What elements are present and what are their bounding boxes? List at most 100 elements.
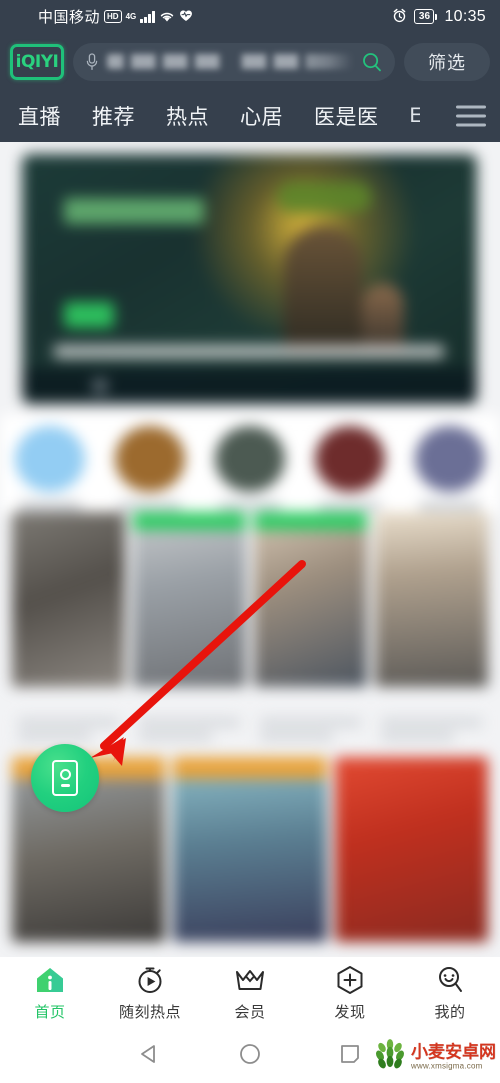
home-icon xyxy=(34,965,66,995)
clock-label: 10:35 xyxy=(444,7,486,25)
card-captions xyxy=(254,692,367,752)
card-thumbnail xyxy=(254,512,367,687)
hero-logo-blur xyxy=(277,182,372,212)
watermark-text: 小麦安卓网 www.xmsigma.com xyxy=(411,1043,496,1070)
card-thumbnail xyxy=(334,757,488,942)
hamburger-menu-icon[interactable] xyxy=(456,105,486,127)
shortcut-item[interactable] xyxy=(204,426,296,511)
card-promo-band xyxy=(173,757,327,779)
iqiyi-logo[interactable]: iQIYI xyxy=(10,43,64,80)
stopwatch-play-icon xyxy=(135,965,165,995)
wifi-icon xyxy=(159,10,175,23)
hexagon-plus-icon xyxy=(335,965,365,995)
shortcut-item[interactable] xyxy=(4,426,96,511)
status-bar-right: 36 10:35 xyxy=(392,8,486,26)
shortcut-avatar xyxy=(215,426,285,492)
shortcut-item[interactable] xyxy=(304,426,396,511)
content-card[interactable] xyxy=(375,512,488,687)
person-smile-icon xyxy=(435,965,465,995)
home-circle-icon xyxy=(237,1041,263,1072)
hero-bottom-bar xyxy=(22,368,477,404)
shortcut-label-blur xyxy=(19,501,81,511)
android-navigation-bar: 小麦安卓网 www.xmsigma.com xyxy=(0,1030,500,1083)
shortcut-avatar xyxy=(315,426,385,492)
microphone-icon[interactable] xyxy=(85,52,99,72)
shortcut-item[interactable] xyxy=(404,426,496,511)
crown-icon xyxy=(234,965,266,995)
shortcut-label-blur xyxy=(419,501,481,511)
search-icon[interactable] xyxy=(361,51,383,73)
card-thumbnail xyxy=(375,512,488,687)
screencast-ring xyxy=(59,769,71,781)
screencast-bar xyxy=(60,784,70,787)
carrier-label: 中国移动 xyxy=(38,9,101,26)
phone-screenshot: 中国移动 HD 4G 36 10:35 iQIYI 筛选 直播 推荐 热点 心居… xyxy=(0,0,500,1083)
bottom-tab-label: 随刻热点 xyxy=(118,1004,181,1021)
hero-figure-a xyxy=(284,226,362,356)
blurred-page-content xyxy=(0,142,500,957)
recents-square-icon xyxy=(338,1042,362,1071)
wheat-leaf-icon xyxy=(373,1037,407,1076)
alarm-clock-icon xyxy=(392,8,407,25)
bottom-tab-bar: 首页 随刻热点 会员 发现 我的 xyxy=(0,957,500,1030)
bottom-tab-label: 发现 xyxy=(334,1004,366,1021)
tab-hotspot[interactable]: 热点 xyxy=(166,101,209,131)
content-card[interactable] xyxy=(334,757,488,942)
shortcut-avatar xyxy=(115,426,185,492)
status-bar: 中国移动 HD 4G 36 10:35 xyxy=(0,0,500,33)
content-card[interactable] xyxy=(12,512,125,687)
watermark-url: www.xmsigma.com xyxy=(411,1061,483,1070)
bottom-tab-label: 会员 xyxy=(234,1004,266,1021)
hero-badge-blur xyxy=(64,302,114,328)
back-triangle-icon xyxy=(137,1041,163,1072)
filter-button[interactable]: 筛选 xyxy=(404,42,490,81)
tab-live[interactable]: 直播 xyxy=(18,101,61,131)
hero-indicator-dot xyxy=(92,378,108,394)
card-grid-row xyxy=(0,512,500,687)
tab-xinju[interactable]: 心居 xyxy=(240,101,283,131)
site-watermark: 小麦安卓网 www.xmsigma.com xyxy=(373,1037,496,1076)
network-type-label: 4G xyxy=(125,12,137,21)
tab-recommend[interactable]: 推荐 xyxy=(92,101,135,131)
shortcut-avatar xyxy=(15,426,85,492)
battery-indicator: 36 xyxy=(414,9,438,24)
bottom-tab-suike-hotspot[interactable]: 随刻热点 xyxy=(100,965,200,1022)
hd-badge: HD xyxy=(104,10,122,23)
bottom-tab-home[interactable]: 首页 xyxy=(0,965,100,1022)
shortcut-item[interactable] xyxy=(104,426,196,511)
card-thumbnail xyxy=(173,757,327,942)
card-promo-band xyxy=(133,512,246,530)
home-button[interactable] xyxy=(200,1041,300,1072)
search-bar[interactable] xyxy=(73,42,395,81)
main-content-area xyxy=(0,142,500,957)
shortcut-label-blur xyxy=(319,501,381,511)
tab-yishiyi[interactable]: 医是医 xyxy=(314,101,379,131)
search-input[interactable] xyxy=(107,54,353,69)
back-button[interactable] xyxy=(100,1041,200,1072)
hero-title-blur xyxy=(64,198,204,224)
card-promo-band xyxy=(254,512,367,530)
device-screencast-icon xyxy=(52,760,78,796)
card-caption-row xyxy=(0,692,500,752)
battery-level-label: 36 xyxy=(414,9,435,24)
screencast-fab-button[interactable] xyxy=(31,744,99,812)
card-thumbnail xyxy=(12,512,125,687)
bottom-tab-discover[interactable]: 发现 xyxy=(300,965,400,1022)
category-tab-bar: 直播 推荐 热点 心居 医是医 E xyxy=(0,90,500,142)
hero-banner[interactable] xyxy=(22,154,477,404)
card-thumbnail xyxy=(133,512,246,687)
content-card[interactable] xyxy=(173,757,327,942)
content-card[interactable] xyxy=(254,512,367,687)
battery-cap xyxy=(435,13,438,20)
bottom-tab-mine[interactable]: 我的 xyxy=(400,965,500,1022)
watermark-title: 小麦安卓网 xyxy=(411,1042,496,1061)
tab-overflow-partial[interactable]: E xyxy=(410,104,420,128)
card-captions xyxy=(12,692,125,752)
shortcut-avatar xyxy=(415,426,485,492)
shortcut-label-blur xyxy=(119,501,181,511)
hero-caption-blur xyxy=(54,345,444,358)
content-card[interactable] xyxy=(133,512,246,687)
bottom-tab-vip[interactable]: 会员 xyxy=(200,965,300,1022)
bottom-tab-label: 我的 xyxy=(434,1004,466,1021)
shortcut-row xyxy=(0,414,500,514)
